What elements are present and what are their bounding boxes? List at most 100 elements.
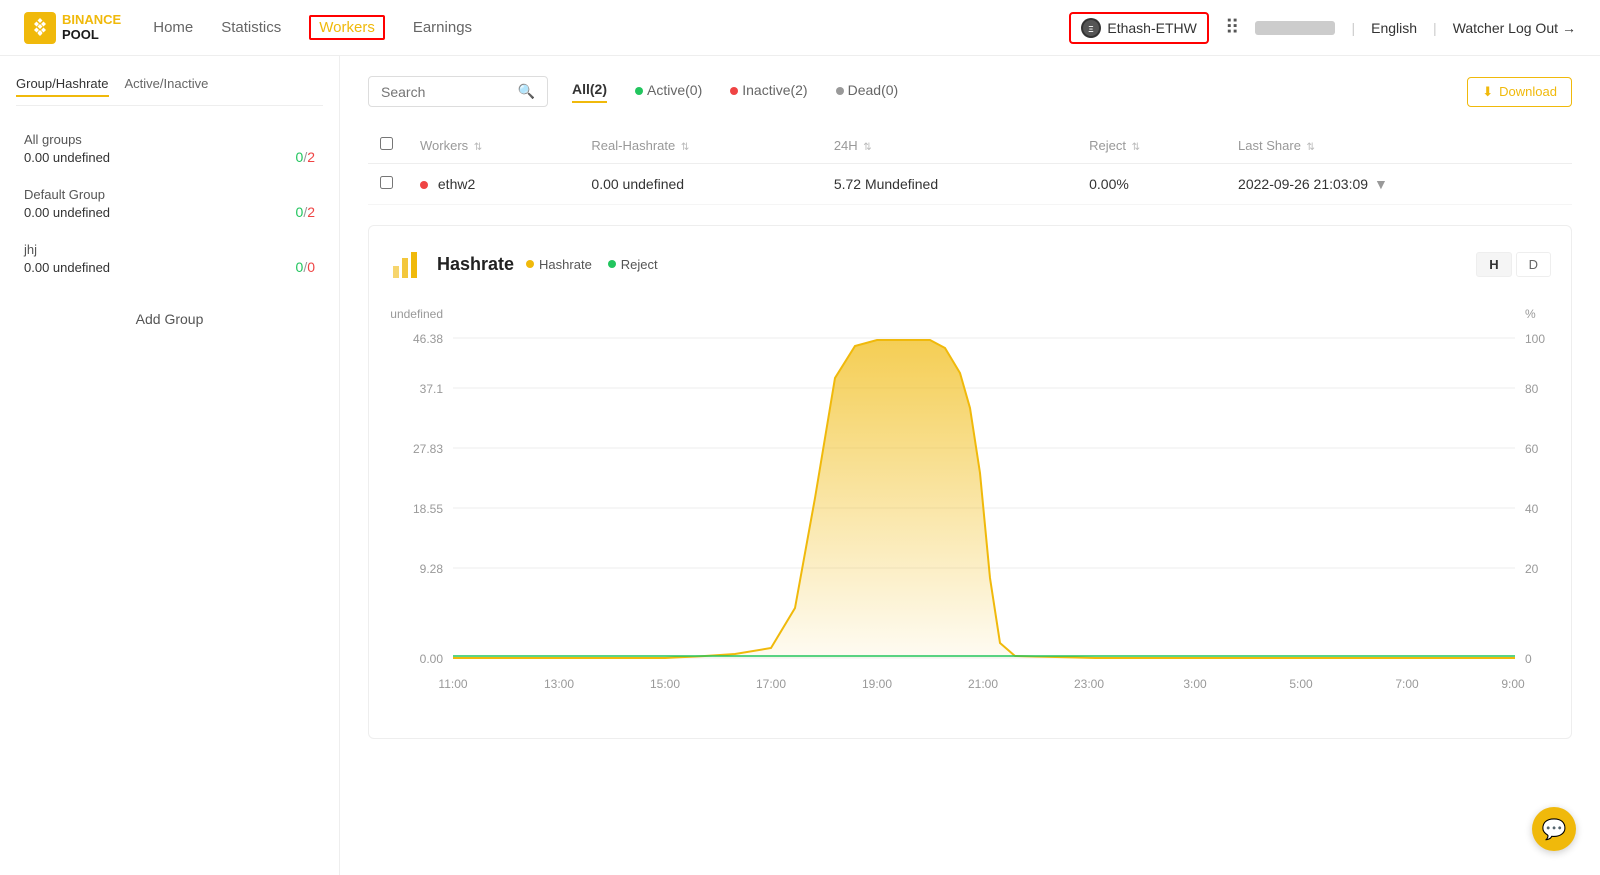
- group-stats-default: 0.00 undefined 0/2: [24, 204, 315, 220]
- svg-text:15:00: 15:00: [650, 677, 680, 691]
- svg-text:46.38: 46.38: [413, 332, 443, 346]
- sidebar-tabs: Group/Hashrate Active/Inactive: [16, 76, 323, 106]
- watcher-logout-button[interactable]: Watcher Log Out →: [1453, 20, 1576, 36]
- filter-tab-all[interactable]: All(2): [572, 81, 607, 103]
- chart-controls: H D: [1476, 252, 1551, 277]
- svg-text:undefined: undefined: [390, 307, 443, 321]
- chart-header: Hashrate Hashrate Reject H D: [389, 246, 1551, 282]
- logo-pool: POOL: [62, 28, 121, 42]
- binance-logo-icon: [24, 12, 56, 44]
- svg-text:19:00: 19:00: [862, 677, 892, 691]
- coin-icon: Ξ: [1081, 18, 1101, 38]
- svg-text:17:00: 17:00: [756, 677, 786, 691]
- sort-24h-icon[interactable]: ⇅: [863, 142, 871, 153]
- sidebar-tab-active-inactive[interactable]: Active/Inactive: [125, 76, 209, 97]
- download-button[interactable]: ⬇ Download: [1467, 77, 1572, 107]
- nav-home[interactable]: Home: [153, 15, 193, 40]
- sidebar-group-jhj[interactable]: jhj 0.00 undefined 0/0: [16, 232, 323, 285]
- coin-selector[interactable]: Ξ Ethash-ETHW: [1069, 12, 1208, 44]
- nav-earnings[interactable]: Earnings: [413, 15, 472, 40]
- sort-last-share-icon[interactable]: ⇅: [1307, 142, 1315, 153]
- col-workers: Workers ⇅: [408, 127, 579, 164]
- col-24h: 24H ⇅: [822, 127, 1077, 164]
- select-all-checkbox[interactable]: [380, 137, 393, 150]
- search-icon: 🔍: [518, 83, 535, 100]
- group-counts-all: 0/2: [296, 149, 315, 165]
- sidebar: Group/Hashrate Active/Inactive All group…: [0, 56, 340, 875]
- svg-text:21:00: 21:00: [968, 677, 998, 691]
- nav-statistics[interactable]: Statistics: [221, 15, 281, 40]
- group-hashrate-all: 0.00 undefined: [24, 150, 110, 165]
- sidebar-tab-group-hashrate[interactable]: Group/Hashrate: [16, 76, 109, 97]
- inactive-dot: [730, 87, 738, 95]
- svg-text:Ξ: Ξ: [1089, 25, 1094, 34]
- legend-hashrate-label: Hashrate: [539, 257, 592, 272]
- logo-binance: BINANCE: [62, 13, 121, 27]
- main-content: 🔍 All(2) Active(0) Inactive(2) Dead(0) ⬇…: [340, 56, 1600, 875]
- svg-text:0: 0: [1525, 652, 1532, 666]
- group-name-jhj: jhj: [24, 242, 315, 257]
- filter-tab-inactive[interactable]: Inactive(2): [730, 82, 807, 102]
- main-nav: Home Statistics Workers Earnings: [153, 15, 472, 40]
- group-stats-jhj: 0.00 undefined 0/0: [24, 259, 315, 275]
- lang-divider: |: [1351, 20, 1355, 36]
- svg-text:13:00: 13:00: [544, 677, 574, 691]
- chart-section: Hashrate Hashrate Reject H D: [368, 225, 1572, 739]
- svg-text:40: 40: [1525, 502, 1539, 516]
- logo-text: BINANCE POOL: [62, 13, 121, 42]
- select-all-checkbox-cell: [368, 127, 408, 164]
- chart-svg: undefined 46.38 37.1 27.83 18.55 9.28 0.…: [389, 298, 1551, 718]
- sort-reject-icon[interactable]: ⇅: [1132, 142, 1140, 153]
- chart-btn-h[interactable]: H: [1476, 252, 1511, 277]
- chart-btn-d[interactable]: D: [1516, 252, 1551, 277]
- sort-workers-icon[interactable]: ⇅: [474, 142, 482, 153]
- logo: BINANCE POOL: [24, 12, 121, 44]
- nav-workers[interactable]: Workers: [309, 15, 385, 40]
- h24-cell: 5.72 Mundefined: [822, 164, 1077, 205]
- sidebar-group-default[interactable]: Default Group 0.00 undefined 0/2: [16, 177, 323, 230]
- svg-text:9.28: 9.28: [420, 562, 444, 576]
- group-name-all: All groups: [24, 132, 315, 147]
- logout-icon: →: [1562, 20, 1576, 36]
- table-header-row: Workers ⇅ Real-Hashrate ⇅ 24H ⇅ Reject ⇅…: [368, 127, 1572, 164]
- worker-status-dot: [420, 181, 428, 189]
- svg-text:18.55: 18.55: [413, 502, 443, 516]
- header-right: Ξ Ethash-ETHW ⠿ | English | Watcher Log …: [1069, 12, 1576, 44]
- active-dot: [635, 87, 643, 95]
- svg-text:100: 100: [1525, 332, 1545, 346]
- chat-fab-button[interactable]: 💬: [1532, 807, 1576, 851]
- expand-icon[interactable]: ▼: [1374, 176, 1388, 192]
- chart-area: undefined 46.38 37.1 27.83 18.55 9.28 0.…: [389, 298, 1551, 718]
- sidebar-group-all[interactable]: All groups 0.00 undefined 0/2: [16, 122, 323, 175]
- filter-tabs: All(2) Active(0) Inactive(2) Dead(0): [572, 81, 898, 103]
- filter-tab-active[interactable]: Active(0): [635, 82, 702, 102]
- filter-tab-dead[interactable]: Dead(0): [836, 82, 899, 102]
- svg-text:%: %: [1525, 307, 1536, 321]
- sort-hashrate-icon[interactable]: ⇅: [681, 142, 689, 153]
- svg-text:0.00: 0.00: [420, 652, 444, 666]
- col-last-share: Last Share ⇅: [1226, 127, 1572, 164]
- col-reject: Reject ⇅: [1077, 127, 1226, 164]
- chart-icon: [389, 246, 425, 282]
- svg-text:27.83: 27.83: [413, 442, 443, 456]
- language-selector[interactable]: English: [1371, 20, 1417, 36]
- chat-icon: 💬: [1542, 817, 1567, 842]
- dead-dot: [836, 87, 844, 95]
- group-stats-all: 0.00 undefined 0/2: [24, 149, 315, 165]
- search-box[interactable]: 🔍: [368, 76, 548, 107]
- worker-name: ethw2: [438, 176, 475, 192]
- ethash-icon: Ξ: [1083, 20, 1099, 36]
- svg-text:80: 80: [1525, 382, 1539, 396]
- group-name-default: Default Group: [24, 187, 315, 202]
- add-group-button[interactable]: Add Group: [16, 301, 323, 337]
- svg-text:3:00: 3:00: [1183, 677, 1207, 691]
- svg-text:23:00: 23:00: [1074, 677, 1104, 691]
- group-hashrate-default: 0.00 undefined: [24, 205, 110, 220]
- row-checkbox[interactable]: [380, 176, 393, 189]
- legend-reject-dot: [608, 260, 616, 268]
- group-counts-jhj: 0/0: [296, 259, 315, 275]
- filter-bar: 🔍 All(2) Active(0) Inactive(2) Dead(0) ⬇…: [368, 76, 1572, 107]
- search-input[interactable]: [381, 84, 510, 100]
- user-icon[interactable]: ⠿: [1225, 15, 1240, 40]
- real-hashrate-cell: 0.00 undefined: [579, 164, 821, 205]
